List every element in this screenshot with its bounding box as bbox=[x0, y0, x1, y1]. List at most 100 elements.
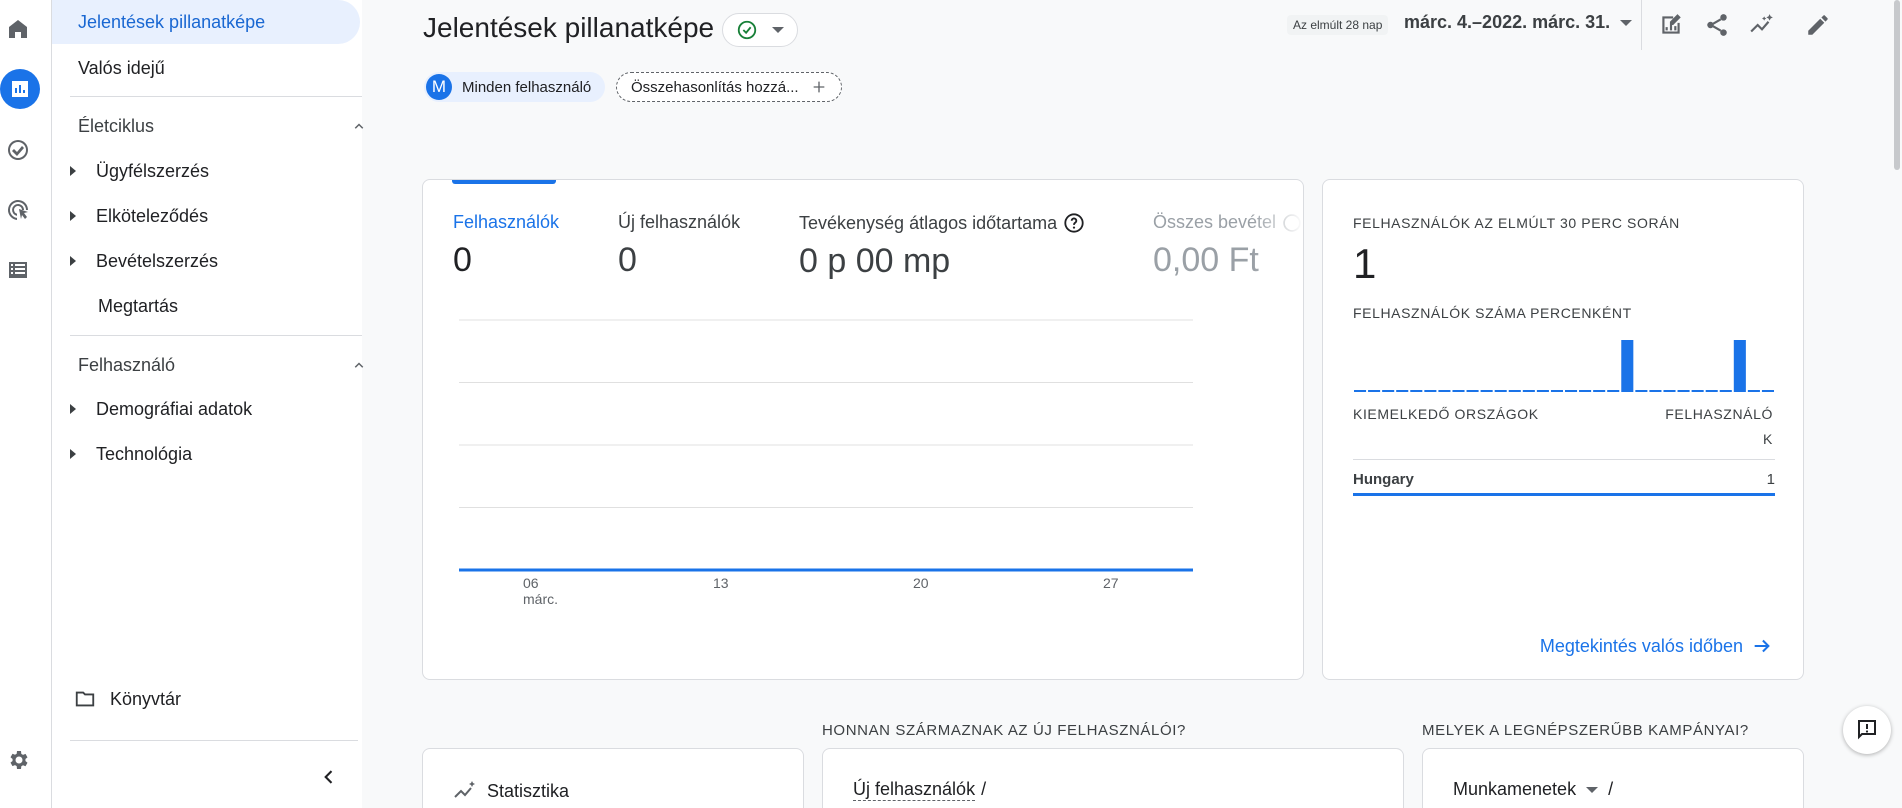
minute-bar[interactable] bbox=[1480, 390, 1493, 392]
nav-item-snapshot[interactable]: Jelentések pillanatképe bbox=[52, 0, 360, 44]
divider bbox=[70, 335, 362, 336]
slash: / bbox=[981, 779, 987, 799]
minute-bar[interactable] bbox=[1396, 390, 1409, 392]
status-dropdown[interactable] bbox=[722, 13, 798, 47]
compare-label: Összehasonlítás hozzá... bbox=[631, 78, 799, 96]
minute-bar[interactable] bbox=[1424, 390, 1437, 392]
expand-icon bbox=[70, 211, 76, 221]
nav-item-monetization[interactable]: Bevételszerzés bbox=[70, 239, 218, 283]
minute-bar[interactable] bbox=[1719, 390, 1732, 392]
minute-bar[interactable] bbox=[1452, 390, 1465, 392]
divider bbox=[1353, 459, 1775, 460]
nav-section-lifecycle[interactable]: Életciklus bbox=[78, 111, 368, 141]
add-comparison-chip[interactable]: Összehasonlítás hozzá... bbox=[616, 72, 842, 102]
minute-bar[interactable] bbox=[1466, 390, 1479, 392]
minute-bar[interactable] bbox=[1593, 390, 1606, 392]
divider bbox=[70, 96, 362, 97]
insights-button[interactable] bbox=[1747, 10, 1777, 40]
nav-item-library[interactable]: Könyvtár bbox=[74, 677, 181, 721]
minute-bar[interactable] bbox=[1621, 340, 1634, 392]
chevron-down-icon bbox=[1586, 786, 1599, 793]
minute-bar[interactable] bbox=[1677, 390, 1690, 392]
chevron-up-icon bbox=[354, 362, 364, 368]
expand-icon bbox=[70, 256, 76, 266]
feedback-icon bbox=[1858, 720, 1876, 740]
sessions-dropdown[interactable]: Munkamenetek bbox=[1453, 779, 1576, 800]
customize-report-button[interactable] bbox=[1656, 10, 1686, 40]
x-tick-label: 27 bbox=[1103, 575, 1119, 591]
view-realtime-link[interactable]: Megtekintés valós időben bbox=[1540, 635, 1773, 657]
share-icon bbox=[1707, 14, 1727, 36]
minute-bar[interactable] bbox=[1550, 390, 1563, 392]
nav-item-engagement[interactable]: Elköteleződés bbox=[70, 194, 208, 238]
nav-item-label: Bevételszerzés bbox=[96, 250, 219, 271]
minute-bar[interactable] bbox=[1607, 390, 1620, 392]
country-name: Hungary bbox=[1353, 471, 1414, 488]
nav-item-acquisition[interactable]: Ügyfélszerzés bbox=[70, 149, 209, 193]
advertising-icon[interactable] bbox=[0, 192, 36, 228]
nav-item-retention[interactable]: Megtartás bbox=[98, 284, 178, 328]
home-icon[interactable] bbox=[0, 11, 36, 47]
x-tick-label: 20 bbox=[913, 575, 929, 591]
edit-button[interactable] bbox=[1803, 10, 1833, 40]
new-users-dropdown[interactable]: Új felhasználók bbox=[853, 779, 976, 801]
reports-icon[interactable] bbox=[0, 69, 40, 109]
date-range-picker[interactable]: márc. 4.–2022. márc. 31. bbox=[1404, 12, 1633, 33]
minute-bar[interactable] bbox=[1761, 390, 1774, 392]
insights-icon bbox=[1750, 14, 1773, 33]
minute-bar[interactable] bbox=[1438, 390, 1451, 392]
minute-bar[interactable] bbox=[1705, 390, 1718, 392]
link-label: Megtekintés valós időben bbox=[1539, 635, 1743, 656]
minute-bar[interactable] bbox=[1635, 390, 1648, 392]
nav-item-label: Technológia bbox=[96, 443, 193, 464]
minute-bar[interactable] bbox=[1691, 390, 1704, 392]
expand-icon bbox=[70, 449, 76, 459]
country-row: Hungary 1 bbox=[1353, 466, 1775, 496]
country-value: 1 bbox=[1766, 471, 1775, 488]
collapse-nav-button[interactable] bbox=[314, 762, 344, 792]
stats-card: Statisztika bbox=[422, 748, 804, 808]
date-range-text: márc. 4.–2022. márc. 31. bbox=[1404, 12, 1611, 32]
scrollbar[interactable] bbox=[1894, 0, 1900, 170]
minute-bar[interactable] bbox=[1733, 340, 1746, 392]
customize-report-icon bbox=[1662, 14, 1681, 34]
minute-bar[interactable] bbox=[1536, 390, 1549, 392]
new-users-dropdown-row: Új felhasználók / bbox=[853, 779, 986, 801]
feedback-button[interactable] bbox=[1843, 706, 1891, 754]
chevron-left-icon bbox=[324, 770, 333, 784]
minute-bar[interactable] bbox=[1565, 390, 1578, 392]
nav-item-label: Megtartás bbox=[98, 295, 179, 316]
users-column-label: FELHASZNÁLÓ K bbox=[1665, 406, 1773, 447]
minute-bar[interactable] bbox=[1508, 390, 1521, 392]
minute-bar[interactable] bbox=[1747, 390, 1760, 392]
nav-item-technology[interactable]: Technológia bbox=[70, 432, 192, 476]
nav-item-realtime[interactable]: Valós idejű bbox=[52, 46, 165, 90]
users-line-chart: 06 13 20 27 márc. bbox=[459, 319, 1193, 607]
minute-bar[interactable] bbox=[1579, 390, 1592, 392]
segment-chip-all-users[interactable]: M Minden felhasználó bbox=[424, 72, 606, 102]
sessions-dropdown-row: Munkamenetek / bbox=[1453, 779, 1613, 800]
minute-bar[interactable] bbox=[1649, 390, 1662, 392]
divider bbox=[1641, 0, 1642, 50]
folder-icon bbox=[75, 691, 95, 707]
minute-bar[interactable] bbox=[1410, 390, 1423, 392]
minute-bar[interactable] bbox=[1382, 390, 1395, 392]
stats-title: Statisztika bbox=[487, 780, 570, 801]
minute-bar[interactable] bbox=[1522, 390, 1535, 392]
nav-item-demographics[interactable]: Demográfiai adatok bbox=[70, 387, 252, 431]
stats-title-row: Statisztika bbox=[453, 779, 569, 803]
minute-bar[interactable] bbox=[1368, 390, 1381, 392]
nav-section-user[interactable]: Felhasználó bbox=[78, 350, 368, 380]
configure-icon[interactable] bbox=[0, 252, 36, 288]
explore-icon[interactable] bbox=[0, 132, 36, 168]
top-countries-label: KIEMELKEDŐ ORSZÁGOK bbox=[1353, 406, 1539, 422]
metrics-card: Felhasználók 0 Új felhasználók 0 Tevéken… bbox=[422, 179, 1304, 680]
share-button[interactable] bbox=[1702, 10, 1732, 40]
section-title: Felhasználó bbox=[78, 354, 176, 375]
minute-bar[interactable] bbox=[1663, 390, 1676, 392]
segment-label: Minden felhasználó bbox=[462, 78, 592, 96]
minute-bar[interactable] bbox=[1494, 390, 1507, 392]
per-minute-label: FELHASZNÁLÓK SZÁMA PERCENKÉNT bbox=[1353, 305, 1632, 321]
settings-icon[interactable] bbox=[0, 742, 36, 778]
minute-bar[interactable] bbox=[1354, 390, 1367, 392]
